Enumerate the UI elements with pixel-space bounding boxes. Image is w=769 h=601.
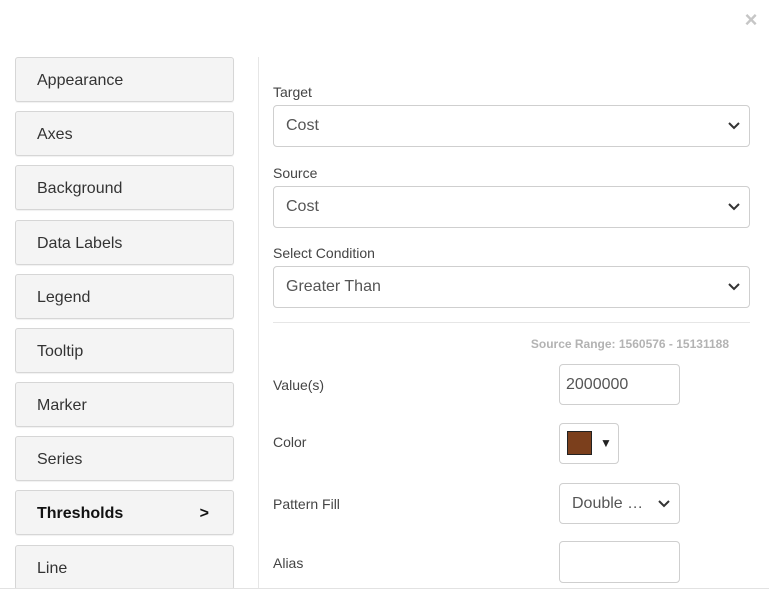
alias-label: Alias [273,555,304,571]
pattern-fill-value: Double … [572,495,644,512]
menu-item-label: Axes [37,126,73,143]
footer-divider [0,588,769,589]
color-swatch [567,431,592,455]
caret-down-icon: ▼ [600,436,612,450]
menu-item-marker[interactable]: Marker [15,382,234,427]
menu-item-background[interactable]: Background [15,165,234,210]
panel-divider [258,57,259,588]
color-label: Color [273,434,307,450]
menu-item-legend[interactable]: Legend [15,274,234,319]
values-label: Value(s) [273,377,325,393]
menu-item-label: Thresholds [37,505,124,522]
chevron-down-icon [728,203,740,211]
condition-select[interactable]: Greater Than [273,266,750,308]
target-select[interactable]: Cost [273,105,750,147]
chevron-down-icon [658,499,670,507]
menu-item-label: Marker [37,397,87,414]
condition-label: Select Condition [273,245,375,261]
color-picker-button[interactable]: ▼ [559,423,619,464]
chevron-down-icon [728,283,740,291]
pattern-fill-label: Pattern Fill [273,496,340,512]
menu-item-label: Tooltip [37,343,84,360]
menu-item-data-labels[interactable]: Data Labels [15,220,234,265]
menu-item-tooltip[interactable]: Tooltip [15,328,234,373]
menu-item-label: Series [37,451,83,468]
menu-item-thresholds[interactable]: Thresholds > [15,490,234,535]
menu-item-label: Line [37,560,68,577]
pattern-fill-select[interactable]: Double … [559,483,680,524]
alias-input[interactable] [559,541,680,583]
menu-item-label: Data Labels [37,235,123,252]
menu-item-appearance[interactable]: Appearance [15,57,234,102]
condition-select-value: Greater Than [286,278,381,295]
source-select-value: Cost [286,198,319,215]
source-range-text: Source Range: 1560576 - 15131188 [530,337,729,351]
source-select[interactable]: Cost [273,186,750,228]
chevron-down-icon [728,122,740,130]
menu-item-series[interactable]: Series [15,436,234,481]
active-arrow-icon: > [199,505,209,522]
target-label: Target [273,84,312,100]
menu-item-label: Legend [37,289,91,306]
target-select-value: Cost [286,117,319,134]
menu-item-label: Appearance [37,72,124,89]
menu-item-axes[interactable]: Axes [15,111,234,156]
menu-item-label: Background [37,180,123,197]
values-input[interactable] [559,364,680,405]
close-button[interactable]: × [742,9,760,31]
settings-menu: Appearance Axes Background Data Labels L… [15,57,236,588]
section-divider [273,322,750,323]
source-label: Source [273,165,318,181]
menu-item-line[interactable]: Line [15,545,234,588]
